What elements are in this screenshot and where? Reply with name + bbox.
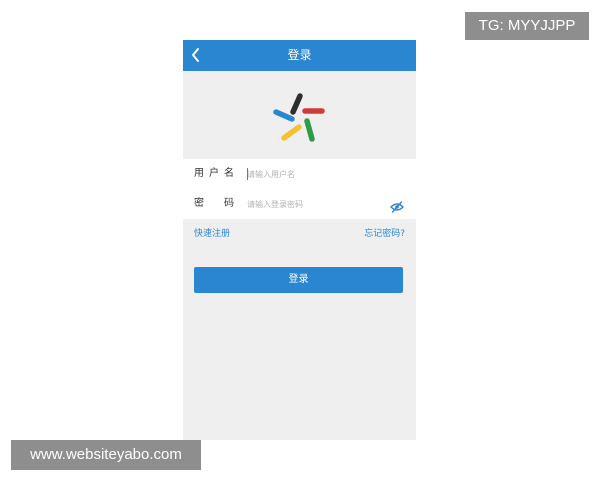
- login-form: 用户名 密码: [183, 159, 416, 219]
- app-bar: 登录: [183, 40, 416, 71]
- logo-area: [183, 71, 416, 159]
- page-title: 登录: [287, 48, 312, 62]
- register-link[interactable]: 快速注册: [194, 226, 230, 242]
- back-button[interactable]: [187, 44, 207, 66]
- label-char: 密: [194, 198, 204, 209]
- password-label: 密码: [194, 189, 238, 219]
- login-button[interactable]: 登录: [194, 267, 403, 293]
- label-char: 户: [209, 168, 219, 179]
- username-input[interactable]: [247, 165, 387, 183]
- chevron-left-icon: [192, 48, 199, 62]
- password-row: 密码: [183, 189, 416, 219]
- forgot-password-link[interactable]: 忘记密码?: [364, 226, 405, 242]
- watermark-bottom: www.websiteyabo.com: [11, 440, 201, 470]
- star-logo-icon: [273, 93, 325, 142]
- app-screen: 登录 用户名 密码: [183, 40, 416, 440]
- password-input[interactable]: [247, 195, 387, 213]
- password-visibility-toggle[interactable]: [390, 198, 404, 213]
- watermark-top: TG: MYYJJPP: [465, 12, 589, 40]
- eye-slash-icon: [390, 201, 404, 213]
- username-label: 用户名: [194, 159, 238, 189]
- username-row: 用户名: [183, 159, 416, 189]
- label-char: 名: [224, 168, 234, 179]
- auth-links: 快速注册 忘记密码?: [183, 226, 416, 242]
- label-char: 用: [194, 168, 204, 179]
- label-char: 码: [224, 198, 234, 209]
